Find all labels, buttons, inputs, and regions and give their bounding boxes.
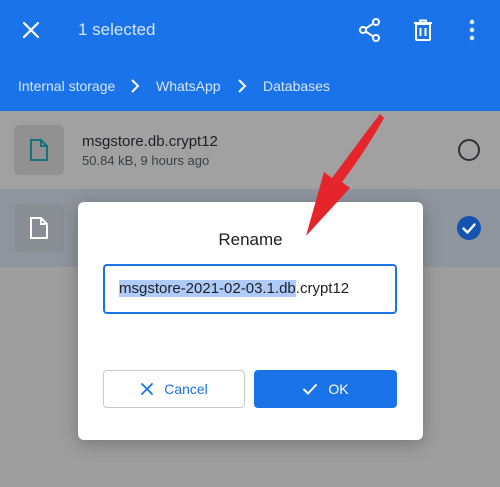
close-icon: [141, 383, 154, 395]
cancel-label: Cancel: [164, 381, 208, 397]
selection-title: 1 selected: [78, 20, 156, 39]
more-vertical-icon[interactable]: [459, 17, 485, 43]
trash-icon[interactable]: [410, 17, 436, 43]
chevron-right-icon: [131, 79, 140, 93]
chevron-right-icon: [238, 79, 247, 93]
breadcrumb-databases[interactable]: Databases: [263, 78, 330, 94]
file-name: msgstore.db.crypt12: [82, 133, 218, 150]
share-icon[interactable]: [357, 17, 383, 43]
selected-text: msgstore-2021-02-03.1.db: [119, 280, 296, 297]
breadcrumb-internal-storage[interactable]: Internal storage: [18, 78, 115, 94]
file-thumbnail: [14, 125, 64, 175]
check-icon: [303, 384, 318, 395]
file-icon: [30, 139, 48, 161]
annotation-arrow-icon: [306, 114, 384, 236]
ok-label: OK: [328, 381, 349, 397]
rename-input[interactable]: msgstore-2021-02-03.1.db.crypt12: [103, 264, 397, 314]
file-thumbnail: [14, 203, 64, 253]
extension-text: .crypt12: [295, 280, 350, 297]
file-icon: [30, 217, 48, 239]
list-item[interactable]: msgstore.db.crypt12 50.84 kB, 9 hours ag…: [0, 111, 500, 189]
selected-check-icon[interactable]: [457, 216, 481, 240]
close-icon[interactable]: [20, 19, 42, 41]
app-bar: 1 selected Internal storage WhatsApp Dat…: [0, 0, 500, 111]
select-radio[interactable]: [458, 139, 480, 161]
cancel-button[interactable]: Cancel: [103, 370, 245, 408]
breadcrumb: Internal storage WhatsApp Databases: [0, 72, 500, 102]
file-meta: 50.84 kB, 9 hours ago: [82, 153, 210, 168]
ok-button[interactable]: OK: [254, 370, 397, 408]
breadcrumb-whatsapp[interactable]: WhatsApp: [156, 78, 221, 94]
